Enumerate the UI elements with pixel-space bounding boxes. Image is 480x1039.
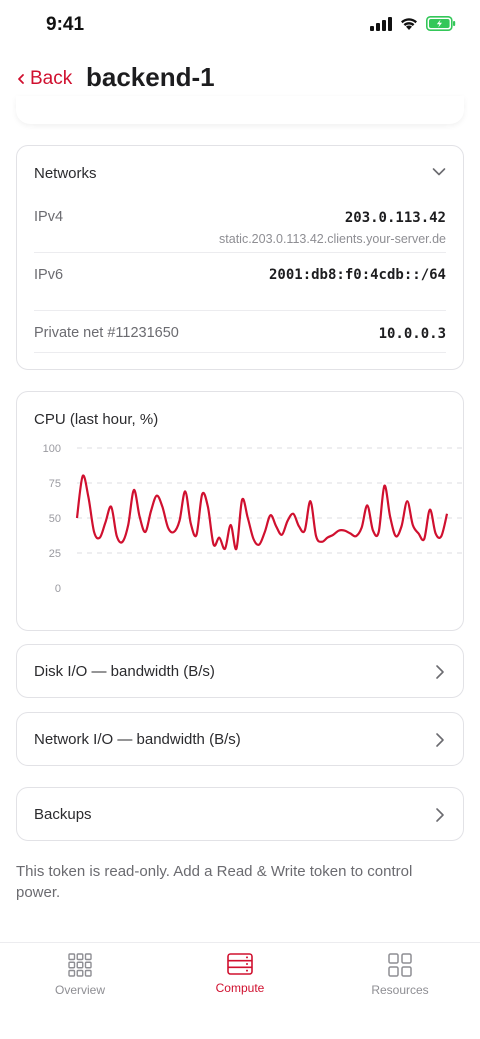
network-value[interactable]: 203.0.113.42 xyxy=(345,210,446,226)
chevron-right-icon xyxy=(436,808,444,822)
status-icons xyxy=(370,16,456,31)
backups-row[interactable]: Backups xyxy=(16,787,464,841)
cpu-chart-title: CPU (last hour, %) xyxy=(34,411,159,428)
backups-label: Backups xyxy=(34,806,92,823)
previous-card xyxy=(16,96,464,124)
page-title: backend-1 xyxy=(86,62,215,92)
grid-nine-icon xyxy=(68,953,92,977)
wifi-icon xyxy=(401,18,417,30)
y-tick-label: 75 xyxy=(49,478,61,490)
read-only-notice: This token is read-only. Add a Read & Wr… xyxy=(16,863,413,901)
signal-icon xyxy=(370,16,392,31)
y-tick-label: 50 xyxy=(49,513,61,525)
network-value[interactable]: 2001:db8:f0:4cdb::/64 xyxy=(269,267,446,283)
network-io-row[interactable]: Network I/O — bandwidth (B/s) xyxy=(16,712,464,766)
disk-io-label: Disk I/O — bandwidth (B/s) xyxy=(34,663,215,680)
tab-overview[interactable]: Overview xyxy=(20,953,140,997)
tab-label: Resources xyxy=(371,983,429,997)
network-value[interactable]: 10.0.0.3 xyxy=(379,326,446,342)
networks-card: Networks IPv4 203.0.113.42 static.203.0.… xyxy=(16,145,464,370)
network-label: Private net #11231650 xyxy=(34,325,179,341)
tab-resources[interactable]: Resources xyxy=(340,953,460,997)
networks-title: Networks xyxy=(34,165,97,182)
cpu-line-chart: 100 75 50 25 0 xyxy=(43,443,463,595)
chevron-right-icon xyxy=(436,665,444,679)
chevron-left-icon xyxy=(18,74,24,84)
network-label: IPv4 xyxy=(34,209,64,225)
disk-io-row[interactable]: Disk I/O — bandwidth (B/s) xyxy=(16,644,464,698)
tab-label: Overview xyxy=(54,983,105,997)
status-time: 9:41 xyxy=(46,14,85,35)
network-label: IPv6 xyxy=(34,267,64,283)
status-bar: 9:41 xyxy=(0,0,480,50)
server-icon xyxy=(227,953,253,975)
battery-charging-icon xyxy=(426,16,456,31)
back-label: Back xyxy=(30,68,73,89)
network-reverse-dns: static.203.0.113.42.clients.your-server.… xyxy=(219,232,446,246)
tab-bar: Overview Compute Resources xyxy=(0,942,480,1039)
cpu-card: CPU (last hour, %) 100 75 50 25 0 xyxy=(16,391,464,631)
tab-compute[interactable]: Compute xyxy=(180,953,300,995)
y-tick-label: 25 xyxy=(49,548,61,560)
tab-label: Compute xyxy=(215,981,265,995)
y-tick-label: 0 xyxy=(55,583,61,595)
network-io-label: Network I/O — bandwidth (B/s) xyxy=(34,731,241,748)
divider xyxy=(34,310,446,311)
back-button[interactable]: Back xyxy=(16,68,72,90)
chevron-right-icon xyxy=(436,733,444,747)
y-tick-label: 100 xyxy=(43,443,61,455)
divider xyxy=(34,352,446,353)
divider xyxy=(34,252,446,253)
grid-four-icon xyxy=(388,953,412,977)
cpu-series-line xyxy=(75,474,449,551)
chevron-down-icon[interactable] xyxy=(432,167,446,177)
